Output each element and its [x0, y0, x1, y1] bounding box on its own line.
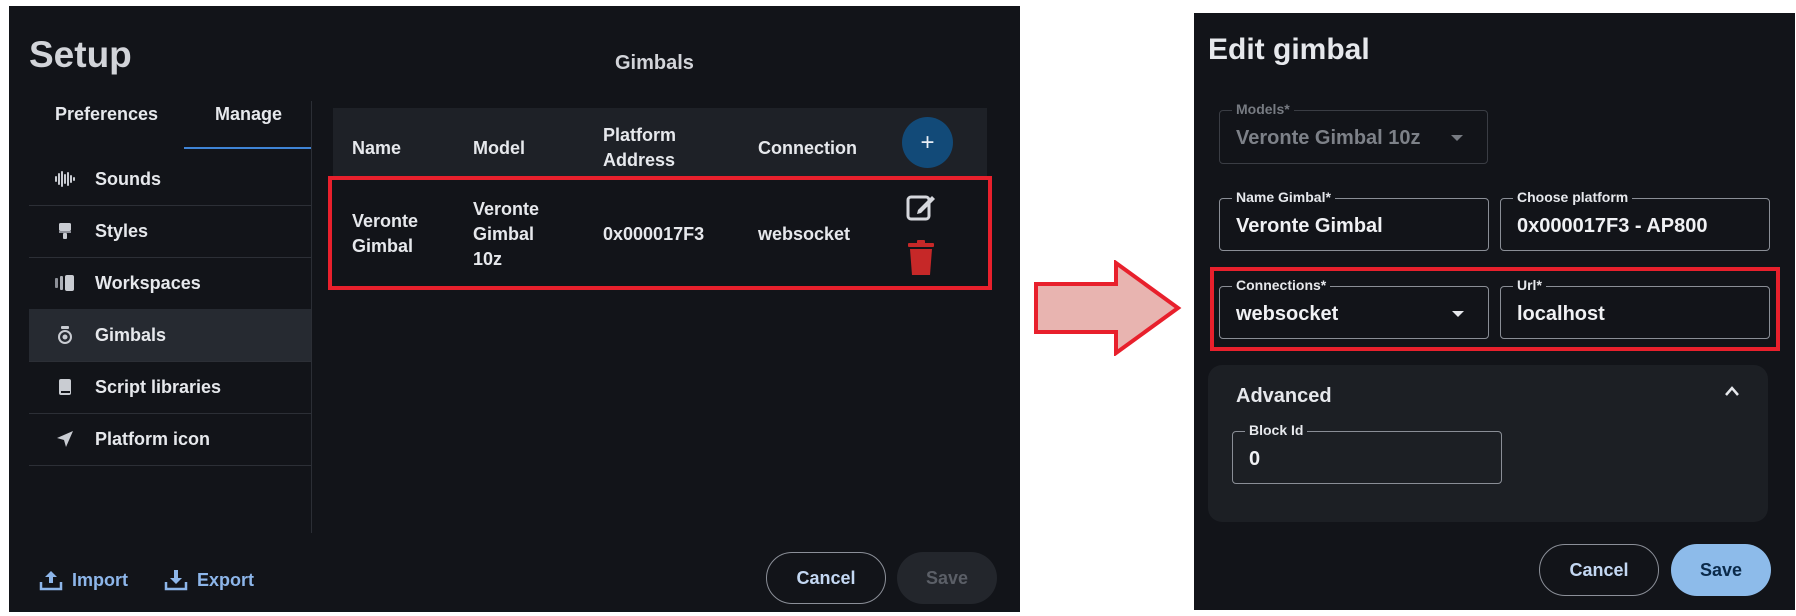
save-button[interactable]: Save: [897, 552, 997, 604]
models-select: Models* Veronte Gimbal 10z: [1219, 101, 1488, 164]
export-button[interactable]: Export: [164, 568, 254, 592]
sidebar-item-sounds[interactable]: Sounds: [29, 153, 311, 206]
dialog-title: Edit gimbal: [1208, 33, 1370, 66]
sidebar-item-workspaces[interactable]: Workspaces: [29, 257, 311, 310]
tab-active-indicator: [184, 147, 311, 149]
sidebar-item-gimbals[interactable]: Gimbals: [29, 309, 311, 362]
sidebar-item-label: Gimbals: [95, 324, 167, 345]
sidebar-item-label: Platform icon: [95, 428, 211, 449]
block-id-field[interactable]: Block Id 0: [1232, 422, 1502, 484]
name-gimbal-value: Veronte Gimbal: [1236, 215, 1383, 237]
name-gimbal-field[interactable]: Name Gimbal* Veronte Gimbal: [1219, 189, 1489, 251]
sidebar-item-label: Styles: [95, 220, 149, 241]
setup-title: Setup: [29, 34, 132, 75]
column-header-model: Model: [473, 138, 525, 158]
advanced-title: Advanced: [1236, 385, 1332, 407]
choose-platform-label: Choose platform: [1513, 189, 1633, 205]
book-icon: [52, 378, 78, 396]
sidebar-item-platform-icon[interactable]: Platform icon: [29, 413, 311, 466]
workspace-icon: [52, 275, 78, 291]
sidebar-item-styles[interactable]: Styles: [29, 205, 311, 258]
sidebar-item-label: Sounds: [95, 168, 161, 189]
models-value: Veronte Gimbal 10z: [1236, 127, 1421, 149]
choose-platform-value: 0x000017F3 - AP800: [1517, 215, 1708, 237]
paint-brush-icon: [52, 222, 78, 240]
choose-platform-field[interactable]: Choose platform 0x000017F3 - AP800: [1500, 189, 1770, 251]
models-label: Models*: [1232, 101, 1294, 117]
column-header-platform-address: Platform Address: [603, 125, 677, 170]
sidebar-item-script-libraries[interactable]: Script libraries: [29, 361, 311, 414]
advanced-section: Advanced Block Id 0: [1208, 365, 1768, 522]
import-button[interactable]: Import: [39, 568, 128, 592]
chevron-down-icon: [1451, 135, 1463, 141]
download-icon: [164, 570, 188, 591]
add-gimbal-button[interactable]: +: [902, 117, 953, 168]
sidebar-divider: [311, 101, 312, 533]
export-label: Export: [197, 569, 255, 590]
gimbal-icon: [52, 326, 78, 344]
cancel-button[interactable]: Cancel: [766, 552, 886, 604]
setup-dialog: Setup Gimbals Preferences Manage Sounds …: [9, 6, 1020, 612]
tab-preferences[interactable]: Preferences: [55, 104, 158, 125]
edit-gimbal-dialog: Edit gimbal Models* Veronte Gimbal 10z N…: [1194, 13, 1795, 610]
save-button[interactable]: Save: [1671, 544, 1771, 596]
column-header-connection: Connection: [758, 138, 857, 158]
gimbals-section-title: Gimbals: [615, 52, 694, 74]
connection-highlight-box: [1210, 267, 1780, 351]
upload-icon: [39, 571, 63, 591]
cancel-button[interactable]: Cancel: [1539, 544, 1659, 596]
sidebar-item-label: Script libraries: [95, 376, 222, 397]
location-arrow-icon: [52, 430, 78, 448]
import-label: Import: [72, 569, 128, 590]
block-id-label: Block Id: [1245, 422, 1308, 438]
tab-manage[interactable]: Manage: [215, 104, 282, 125]
row-highlight-box: [328, 176, 992, 290]
chevron-up-icon[interactable]: [1724, 385, 1740, 397]
sidebar-item-label: Workspaces: [95, 272, 201, 293]
column-header-name: Name: [352, 138, 402, 158]
waveform-icon: [52, 170, 78, 188]
block-id-value: 0: [1249, 448, 1261, 470]
transition-arrow: [1034, 260, 1182, 356]
table-header: Name Model Platform Address Connection: [333, 108, 987, 180]
name-gimbal-label: Name Gimbal*: [1232, 189, 1335, 205]
